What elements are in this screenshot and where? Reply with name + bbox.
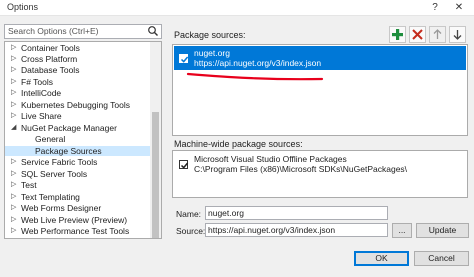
source-label: Source:: [176, 226, 206, 236]
checkmark-icon: [180, 162, 189, 169]
expand-arrow-icon[interactable]: ▷: [11, 180, 16, 190]
move-up-button[interactable]: [429, 26, 446, 43]
tree-item-sql-server-tools[interactable]: ▷ SQL Server Tools: [5, 169, 151, 179]
tree-item-label: Package Sources: [35, 146, 102, 156]
search-icon[interactable]: [146, 25, 160, 38]
enable-machine-source-checkbox[interactable]: [179, 160, 189, 169]
tree-item-label: Cross Platform: [21, 54, 78, 64]
tree-item-label: Live Share: [21, 111, 62, 121]
package-source-url: https://api.nuget.org/v3/index.json: [194, 58, 322, 68]
tree-item-label: Web Live Preview (Preview): [21, 215, 128, 225]
tree-item-test[interactable]: ▷ Test: [5, 180, 151, 190]
expand-arrow-icon[interactable]: ▷: [11, 215, 16, 225]
tree-item-web-performance-test-tools[interactable]: ▷ Web Performance Test Tools: [5, 226, 151, 236]
tree-item-label: SQL Server Tools: [21, 169, 88, 179]
expand-arrow-icon[interactable]: ▷: [11, 100, 16, 110]
tree-item-nuget-package-manager[interactable]: ◢ NuGet Package Manager: [5, 123, 151, 133]
update-button[interactable]: Update: [416, 223, 469, 238]
machine-source-row[interactable]: Microsoft Visual Studio Offline Packages…: [174, 152, 466, 176]
enable-source-checkbox[interactable]: [179, 54, 189, 63]
expand-arrow-icon[interactable]: ▷: [11, 157, 16, 167]
tree-item-label: F# Tools: [21, 77, 53, 87]
tree-item-label: Text Templating: [21, 192, 80, 202]
tree-item-label: Kubernetes Debugging Tools: [21, 100, 131, 110]
tree-item-label: Database Tools: [21, 65, 80, 75]
close-button[interactable]: ✕: [448, 0, 470, 16]
tree-item-label: Service Fabric Tools: [21, 157, 98, 167]
tree-item-label: Container Tools: [21, 43, 80, 53]
annotation-underline: [186, 72, 324, 81]
machine-source-path: C:\Program Files (x86)\Microsoft SDKs\Nu…: [194, 164, 408, 174]
expand-arrow-icon[interactable]: ▷: [11, 88, 16, 98]
options-tree[interactable]: ▷ Container Tools ▷ Cross Platform ▷ Dat…: [4, 41, 162, 239]
tree-item-label: Web Forms Designer: [21, 203, 102, 213]
tree-item-cross-platform[interactable]: ▷ Cross Platform: [5, 54, 151, 64]
window-title: Options: [7, 2, 39, 12]
expand-arrow-icon[interactable]: ▷: [11, 65, 16, 75]
expand-arrow-icon[interactable]: ▷: [11, 43, 16, 53]
expand-arrow-icon[interactable]: ▷: [11, 111, 16, 121]
tree-item-label: IntelliCode: [21, 88, 62, 98]
plus-icon: [392, 29, 403, 40]
tree-item-intellicode[interactable]: ▷ IntelliCode: [5, 88, 151, 98]
tree-item-label: General: [35, 134, 66, 144]
tree-item-label: Test: [21, 180, 37, 190]
machine-sources-list[interactable]: Microsoft Visual Studio Offline Packages…: [172, 150, 468, 198]
tree-item-kubernetes-debugging-tools[interactable]: ▷ Kubernetes Debugging Tools: [5, 100, 151, 110]
expand-arrow-icon[interactable]: ▷: [11, 77, 16, 87]
tree-item-database-tools[interactable]: ▷ Database Tools: [5, 65, 151, 75]
browse-button[interactable]: ...: [392, 223, 412, 238]
name-field[interactable]: nuget.org: [205, 206, 388, 220]
tree-item-label: NuGet Package Manager: [21, 123, 117, 133]
name-label: Name:: [176, 209, 202, 219]
package-source-name: nuget.org: [194, 48, 230, 58]
tree-scrollbar[interactable]: [150, 42, 161, 238]
tree-item-web-live-preview[interactable]: ▷ Web Live Preview (Preview): [5, 215, 151, 225]
tree-item-web-forms-designer[interactable]: ▷ Web Forms Designer: [5, 203, 151, 213]
expand-arrow-icon[interactable]: ▷: [11, 169, 16, 179]
help-button[interactable]: ?: [424, 0, 446, 16]
collapse-arrow-icon[interactable]: ◢: [11, 123, 16, 133]
checkmark-icon: [180, 56, 189, 63]
scrollbar-thumb[interactable]: [152, 112, 159, 238]
expand-arrow-icon[interactable]: ▷: [11, 226, 16, 236]
expand-arrow-icon[interactable]: ▷: [11, 192, 16, 202]
arrow-up-icon: [433, 29, 442, 39]
tree-item-live-share[interactable]: ▷ Live Share: [5, 111, 151, 121]
source-field[interactable]: https://api.nuget.org/v3/index.json: [205, 223, 388, 237]
add-source-button[interactable]: [389, 26, 406, 43]
title-bar: Options ? ✕: [0, 0, 474, 16]
cancel-button[interactable]: Cancel: [414, 251, 469, 266]
remove-source-button[interactable]: [409, 26, 426, 43]
machine-sources-label: Machine-wide package sources:: [174, 139, 303, 149]
move-down-button[interactable]: [449, 26, 466, 43]
tree-item-general[interactable]: General: [5, 134, 151, 144]
tree-item-service-fabric-tools[interactable]: ▷ Service Fabric Tools: [5, 157, 151, 167]
expand-arrow-icon[interactable]: ▷: [11, 203, 16, 213]
tree-item-container-tools[interactable]: ▷ Container Tools: [5, 43, 151, 53]
expand-arrow-icon[interactable]: ▷: [11, 54, 16, 64]
search-options-input[interactable]: Search Options (Ctrl+E): [4, 24, 162, 39]
package-source-row[interactable]: nuget.org https://api.nuget.org/v3/index…: [174, 46, 466, 70]
tree-item-label: Web Performance Test Tools: [21, 226, 130, 236]
ok-button[interactable]: OK: [354, 251, 409, 266]
tree-item-fsharp-tools[interactable]: ▷ F# Tools: [5, 77, 151, 87]
search-placeholder: Search Options (Ctrl+E): [8, 26, 99, 36]
package-sources-label: Package sources:: [174, 30, 246, 40]
tree-item-package-sources[interactable]: Package Sources: [5, 146, 151, 156]
arrow-down-icon: [453, 30, 462, 40]
remove-x-icon: [412, 29, 423, 40]
tree-item-text-templating[interactable]: ▷ Text Templating: [5, 192, 151, 202]
machine-source-name: Microsoft Visual Studio Offline Packages: [194, 154, 347, 164]
package-sources-list[interactable]: nuget.org https://api.nuget.org/v3/index…: [172, 44, 468, 136]
